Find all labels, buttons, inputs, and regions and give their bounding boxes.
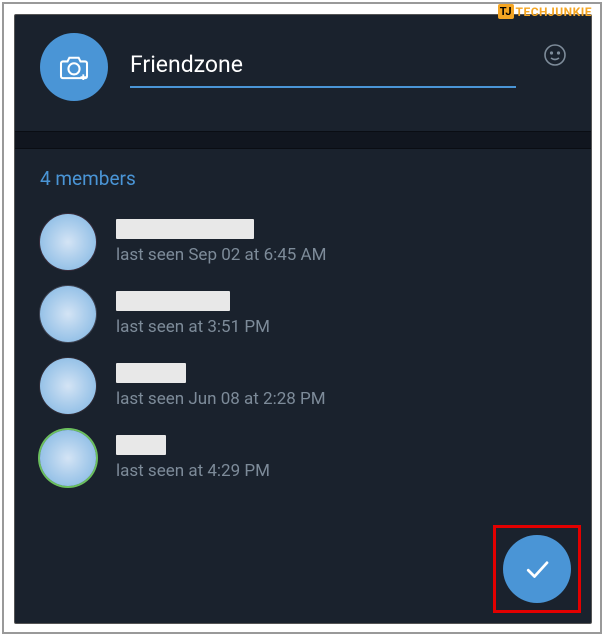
app-frame: 4 members last seen Sep 02 at 6:45 AMlas… — [14, 14, 592, 624]
confirm-highlight — [493, 525, 581, 613]
group-photo-button[interactable] — [40, 33, 108, 101]
member-status: last seen at 4:29 PM — [116, 461, 566, 481]
member-name-redacted — [116, 291, 230, 311]
group-name-wrapper — [130, 47, 516, 88]
smiley-icon — [543, 43, 567, 67]
member-info: last seen Jun 08 at 2:28 PM — [116, 363, 566, 409]
camera-add-icon — [59, 54, 89, 80]
check-icon — [522, 554, 552, 584]
member-avatar — [40, 358, 96, 414]
group-name-input[interactable] — [130, 47, 516, 88]
member-avatar — [40, 430, 96, 486]
member-row[interactable]: last seen at 4:29 PM — [40, 422, 566, 494]
member-status: last seen Sep 02 at 6:45 AM — [116, 245, 566, 265]
member-avatar — [40, 286, 96, 342]
section-divider — [15, 131, 591, 149]
member-row[interactable]: last seen Jun 08 at 2:28 PM — [40, 350, 566, 422]
member-name-redacted — [116, 435, 166, 455]
confirm-button[interactable] — [503, 535, 571, 603]
member-row[interactable]: last seen Sep 02 at 6:45 AM — [40, 206, 566, 278]
member-info: last seen at 4:29 PM — [116, 435, 566, 481]
member-info: last seen Sep 02 at 6:45 AM — [116, 219, 566, 265]
watermark: TJ TECHJUNKIE — [498, 4, 592, 19]
member-info: last seen at 3:51 PM — [116, 291, 566, 337]
watermark-tj: TJ — [498, 4, 514, 19]
member-name-redacted — [116, 363, 186, 383]
header-section — [15, 15, 591, 131]
emoji-button[interactable] — [543, 43, 567, 67]
member-avatar — [40, 214, 96, 270]
member-status: last seen Jun 08 at 2:28 PM — [116, 389, 566, 409]
member-name-redacted — [116, 219, 254, 239]
member-row[interactable]: last seen at 3:51 PM — [40, 278, 566, 350]
members-list: last seen Sep 02 at 6:45 AM last seen at … — [40, 206, 566, 494]
members-section: 4 members last seen Sep 02 at 6:45 AMlas… — [15, 149, 591, 494]
members-count-label: 4 members — [40, 167, 566, 190]
member-status: last seen at 3:51 PM — [116, 317, 566, 337]
watermark-text: TECHJUNKIE — [516, 5, 592, 19]
